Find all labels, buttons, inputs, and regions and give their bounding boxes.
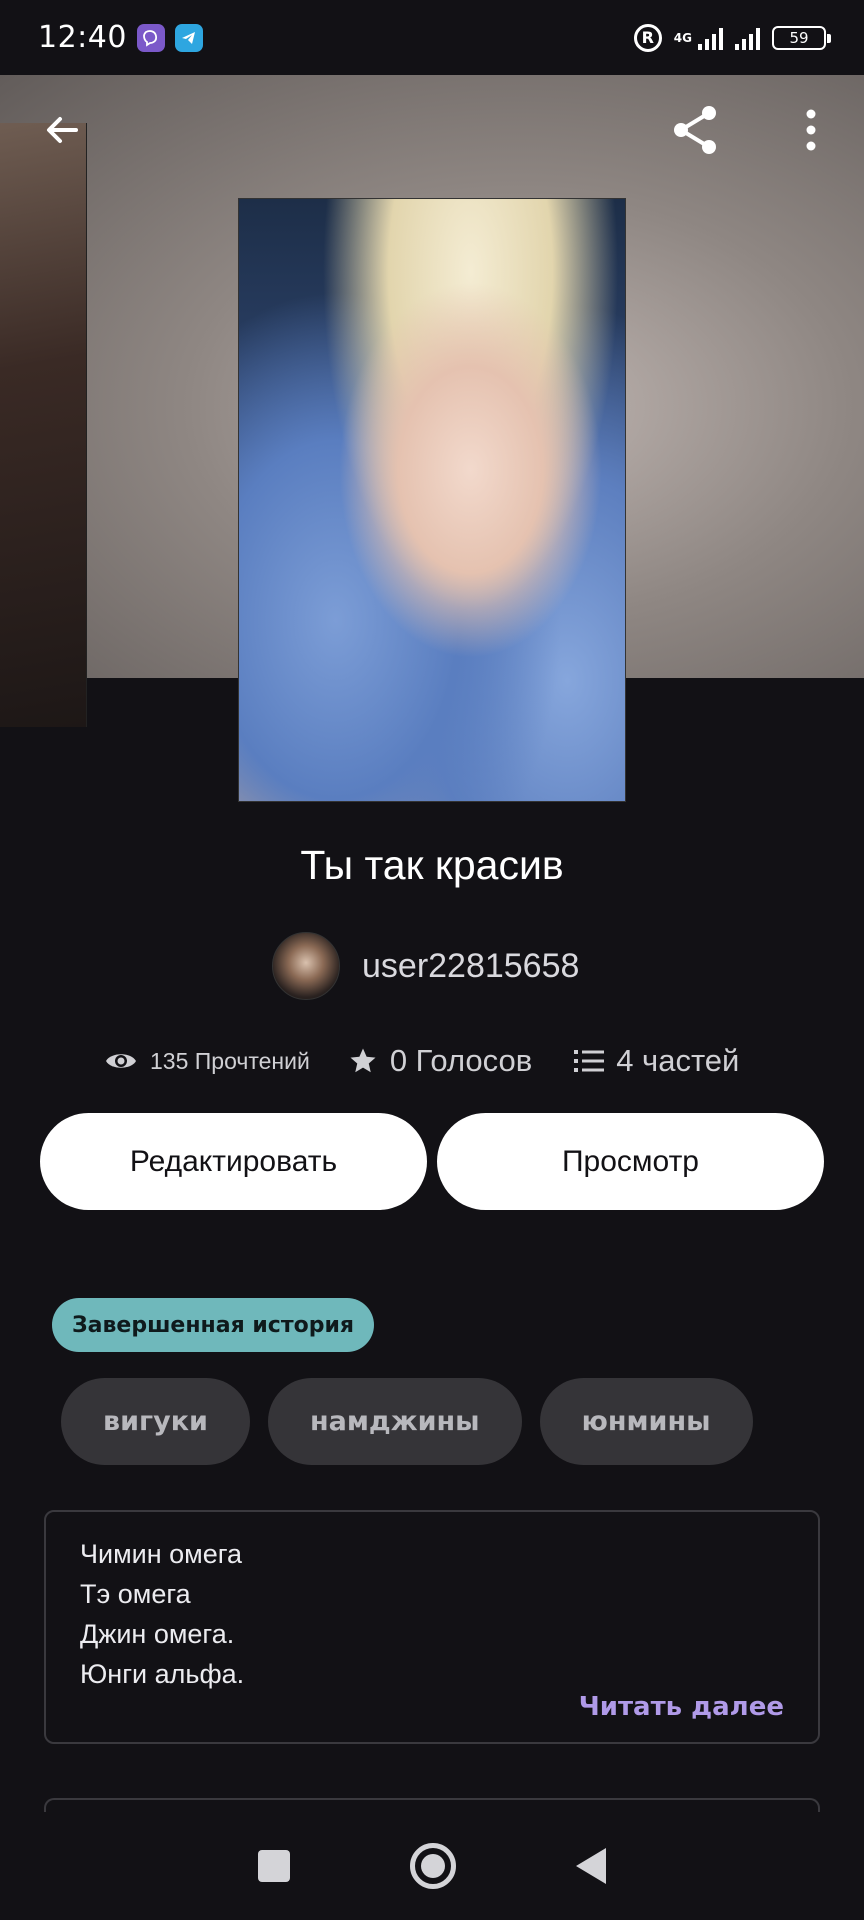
status-badge: Завершенная история xyxy=(52,1298,374,1352)
system-navigation-bar xyxy=(0,1812,864,1920)
tag-chip[interactable]: юнмины xyxy=(539,1378,753,1465)
battery-level: 59 xyxy=(789,28,809,47)
arrow-left-icon xyxy=(47,117,78,143)
system-back-button[interactable] xyxy=(576,1848,606,1884)
recent-apps-button[interactable] xyxy=(258,1850,290,1882)
viber-icon xyxy=(136,23,165,52)
description-line: Чимин омега xyxy=(80,1539,242,1569)
star-icon xyxy=(350,1048,376,1073)
preview-button[interactable]: Просмотр xyxy=(437,1113,824,1210)
author-name[interactable]: user22815658 xyxy=(362,947,579,986)
author-row[interactable]: user22815658 xyxy=(272,931,579,1001)
home-button[interactable] xyxy=(410,1843,456,1889)
votes-count: 0 Голосов xyxy=(389,1043,533,1078)
description-line: Тэ омега xyxy=(80,1579,191,1609)
signal-icon xyxy=(698,26,723,50)
status-time: 12:40 xyxy=(38,20,127,55)
story-cover-image[interactable] xyxy=(238,198,626,802)
read-more-link[interactable]: Читать далее xyxy=(579,1692,784,1722)
tag-chip[interactable]: вигуки xyxy=(61,1378,250,1465)
list-icon xyxy=(574,1050,605,1072)
parts-stat: 4 частей xyxy=(574,1043,739,1079)
tag-list: вигуки намджины юнмины xyxy=(61,1378,753,1465)
status-bar: 12:40 R 4G 59 xyxy=(0,0,864,75)
previous-cover[interactable] xyxy=(0,123,87,727)
network-type: 4G xyxy=(673,30,692,45)
eye-icon xyxy=(106,1054,136,1068)
share-button[interactable] xyxy=(665,100,725,160)
telegram-icon xyxy=(174,23,203,52)
parts-count: 4 частей xyxy=(616,1043,740,1078)
registered-icon: R xyxy=(633,23,662,52)
story-stats: 135 Прочтений 0 Голосов 4 частей xyxy=(104,1036,739,1086)
description-line: Юнги альфа. xyxy=(80,1659,245,1689)
share-icon xyxy=(674,106,716,154)
reads-count: 135 Прочтений xyxy=(150,1047,310,1074)
story-title: Ты так красив xyxy=(300,842,564,888)
signal-icon xyxy=(735,26,760,50)
description-line: Джин омега. xyxy=(80,1619,235,1649)
description-card[interactable]: Чимин омега Тэ омега Джин омега. Юнги ал… xyxy=(44,1510,820,1744)
edit-button[interactable]: Редактировать xyxy=(40,1113,427,1210)
avatar[interactable] xyxy=(272,932,340,1000)
back-button[interactable] xyxy=(32,100,92,160)
votes-stat: 0 Голосов xyxy=(348,1043,532,1079)
tag-chip[interactable]: намджины xyxy=(267,1378,522,1465)
more-vertical-icon xyxy=(806,109,816,151)
battery-icon: 59 xyxy=(772,25,831,50)
more-options-button[interactable] xyxy=(781,100,841,160)
reads-stat: 135 Прочтений xyxy=(104,1048,310,1075)
